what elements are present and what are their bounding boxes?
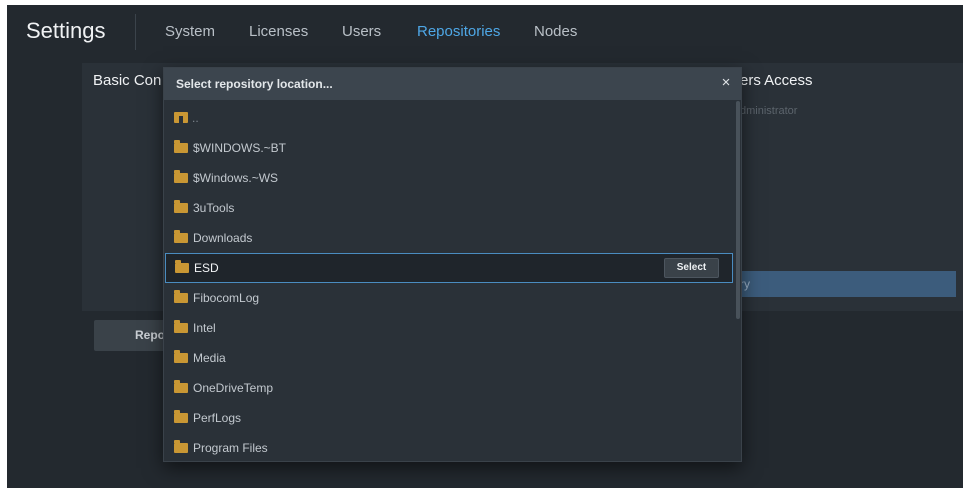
folder-icon xyxy=(174,140,188,153)
folder-icon xyxy=(174,290,188,303)
repository-button-label: Repo xyxy=(135,328,165,342)
folder-row[interactable]: Program Files xyxy=(164,433,734,463)
folder-name: ESD xyxy=(194,261,219,275)
folder-name: $WINDOWS.~BT xyxy=(193,141,287,155)
folder-icon xyxy=(174,380,188,393)
app-window: Settings System Licenses Users Repositor… xyxy=(7,5,963,488)
select-location-dialog: Select repository location... × .. $WIND… xyxy=(163,67,742,462)
parent-directory-label: .. xyxy=(192,111,199,125)
dialog-scrollbar[interactable] xyxy=(736,101,740,319)
folder-name: 3uTools xyxy=(193,201,235,215)
folder-icon xyxy=(174,350,188,363)
dialog-title: Select repository location... xyxy=(176,77,333,91)
top-bar: Settings System Licenses Users Repositor… xyxy=(7,5,963,57)
folder-icon xyxy=(174,170,188,183)
folder-row[interactable]: 3uTools xyxy=(164,193,734,223)
folder-icon xyxy=(174,410,188,423)
parent-directory-row[interactable]: .. xyxy=(164,103,734,133)
folder-row[interactable]: $Windows.~WS xyxy=(164,163,734,193)
folder-name: $Windows.~WS xyxy=(193,171,279,185)
parent-folder-icon xyxy=(174,112,188,123)
folder-row[interactable]: $WINDOWS.~BT xyxy=(164,133,734,163)
administrator-text: dministrator xyxy=(740,105,798,117)
select-button[interactable]: Select xyxy=(664,258,719,278)
folder-row[interactable]: FibocomLog xyxy=(164,283,734,313)
tab-repositories[interactable]: Repositories xyxy=(417,22,500,41)
basic-config-heading: Basic Con xyxy=(93,72,162,89)
tab-system[interactable]: System xyxy=(165,22,215,41)
app-title: Settings xyxy=(26,18,106,43)
folder-name: Program Files xyxy=(193,441,268,455)
folder-row-selected[interactable]: ESD Select xyxy=(165,253,733,283)
folder-row[interactable]: OneDriveTemp xyxy=(164,373,734,403)
folder-name: Downloads xyxy=(193,231,253,245)
folder-name: FibocomLog xyxy=(193,291,260,305)
folder-row[interactable]: Downloads xyxy=(164,223,734,253)
folder-row[interactable]: PerfLogs xyxy=(164,403,734,433)
folder-icon xyxy=(174,200,188,213)
highlighted-repository-row xyxy=(740,271,956,297)
folder-icon xyxy=(175,260,189,273)
folder-icon xyxy=(174,230,188,243)
folder-icon xyxy=(174,320,188,333)
folder-icon xyxy=(174,440,188,453)
tab-users[interactable]: Users xyxy=(342,22,381,41)
users-access-heading: ers Access xyxy=(740,72,813,89)
folder-name: Media xyxy=(193,351,226,365)
tab-licenses[interactable]: Licenses xyxy=(249,22,308,41)
close-icon[interactable]: × xyxy=(719,75,733,90)
folder-name: PerfLogs xyxy=(193,411,242,425)
dialog-header: Select repository location... × xyxy=(164,68,741,100)
folder-row[interactable]: Media xyxy=(164,343,734,373)
file-list: .. $WINDOWS.~BT $Windows.~WS 3uTools Dow… xyxy=(164,103,741,463)
folder-name: OneDriveTemp xyxy=(193,381,274,395)
folder-name: Intel xyxy=(193,321,216,335)
title-divider xyxy=(135,14,136,50)
folder-row[interactable]: Intel xyxy=(164,313,734,343)
tab-nodes[interactable]: Nodes xyxy=(534,22,577,41)
